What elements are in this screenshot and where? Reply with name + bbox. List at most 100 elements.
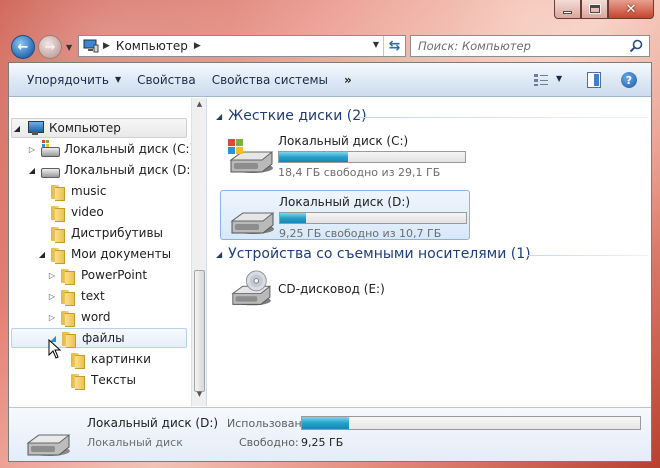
tree-item-powerpoint[interactable]: ▷ PowerPoint xyxy=(47,265,147,285)
chevron-down-icon: ▼ xyxy=(114,75,122,84)
preview-pane-icon[interactable] xyxy=(587,72,601,88)
expand-icon[interactable]: ▷ xyxy=(47,313,57,322)
tree-item-label: text xyxy=(81,289,105,303)
address-bar[interactable]: ▶ Компьютер ▶ ▼ ⇆ xyxy=(78,35,406,57)
usage-bar-fill xyxy=(280,213,307,223)
scroll-up-icon[interactable]: ▲ xyxy=(192,100,207,114)
collapse-icon[interactable]: ◢ xyxy=(216,250,222,259)
folder-icon xyxy=(71,373,85,390)
computer-icon xyxy=(26,120,44,136)
tree-scrollbar[interactable]: ▲ ▼ xyxy=(191,98,206,406)
divider xyxy=(528,255,648,256)
minimize-icon xyxy=(563,10,572,14)
breadcrumb-separator[interactable]: ▶ xyxy=(194,41,201,51)
drive-tile-cd[interactable]: CD-дисковод (E:) xyxy=(220,268,470,318)
properties-button[interactable]: Свойства xyxy=(129,63,204,97)
tree-item-label: Мои документы xyxy=(71,247,172,261)
close-button[interactable]: ✕ xyxy=(608,0,654,19)
computer-icon xyxy=(83,39,99,53)
system-properties-label: Свойства системы xyxy=(211,72,329,87)
collapse-icon[interactable]: ◢ xyxy=(12,124,22,133)
refresh-icon: ⇆ xyxy=(388,38,401,54)
change-view-icon[interactable] xyxy=(533,73,549,87)
expand-icon[interactable]: ▷ xyxy=(27,145,37,154)
tree-item-label: PowerPoint xyxy=(81,268,148,282)
folder-icon xyxy=(51,205,65,222)
maximize-icon xyxy=(589,5,600,13)
drive-tile-c[interactable]: Локальный диск (C:) 18,4 ГБ свободно из … xyxy=(220,130,470,180)
tree-item-drive-d[interactable]: ◢ Локальный диск (D:) xyxy=(27,160,195,180)
folder-icon xyxy=(51,184,65,201)
tree-item-text[interactable]: ▷ text xyxy=(47,286,105,306)
tree-item-drive-c[interactable]: ▷ Локальный диск (C:) xyxy=(27,139,194,159)
tree-item-texts[interactable]: Тексты xyxy=(57,370,136,390)
system-properties-button[interactable]: Свойства системы xyxy=(204,63,336,97)
search-input[interactable]: Поиск: Компьютер xyxy=(410,35,650,57)
free-label: Свободно: xyxy=(239,436,299,449)
window-caption-buttons: ✕ xyxy=(554,0,654,19)
free-space-text: 18,4 ГБ свободно из 29,1 ГБ xyxy=(278,166,441,179)
group-title: Жесткие диски (2) xyxy=(228,108,367,124)
usage-bar-fill xyxy=(279,152,348,162)
breadcrumb-separator[interactable]: ▶ xyxy=(103,41,110,51)
scroll-down-icon[interactable]: ▼ xyxy=(192,390,207,404)
group-title: Устройства со съемными носителями (1) xyxy=(228,246,531,262)
windows-drive-icon xyxy=(228,139,274,173)
drive-icon xyxy=(26,434,71,456)
folder-icon xyxy=(51,226,65,243)
organize-menu[interactable]: Упорядочить ▼ xyxy=(9,63,129,97)
collapse-icon[interactable]: ◢ xyxy=(37,250,47,259)
search-icon[interactable] xyxy=(629,39,643,53)
folder-icon xyxy=(71,352,85,369)
usage-bar xyxy=(279,212,467,224)
tree-item-distributives[interactable]: Дистрибутивы xyxy=(37,223,163,243)
group-header-removable[interactable]: ◢ Устройства со съемными носителями (1) xyxy=(216,244,531,264)
tree-item-video[interactable]: video xyxy=(37,202,104,222)
tree-item-label: Тексты xyxy=(91,373,137,387)
used-label: Использовано: xyxy=(227,417,313,430)
drive-name: Локальный диск (C:) xyxy=(278,134,409,148)
more-commands-button[interactable]: » xyxy=(336,73,360,87)
search-placeholder: Поиск: Компьютер xyxy=(418,39,531,53)
cd-drive-icon xyxy=(231,270,272,306)
tree-item-files[interactable]: ◢ файлы xyxy=(11,328,187,348)
folder-icon xyxy=(61,289,75,306)
help-icon[interactable]: ? xyxy=(621,72,637,88)
properties-label: Свойства xyxy=(137,72,196,87)
folder-icon xyxy=(61,268,75,285)
tree-item-label: Компьютер xyxy=(49,121,121,135)
view-options-dropdown[interactable]: ▼ xyxy=(556,74,562,83)
navigation-pane: ◢ Компьютер ▷ Локальный диск (C:) ◢ Лока… xyxy=(9,98,207,406)
refresh-button[interactable]: ⇆ xyxy=(383,36,405,56)
expand-icon[interactable]: ▷ xyxy=(47,292,57,301)
tree-item-music[interactable]: music xyxy=(37,181,106,201)
address-history-dropdown[interactable]: ▼ xyxy=(373,40,379,49)
expand-icon[interactable]: ▷ xyxy=(47,271,57,280)
tree-item-word[interactable]: ▷ word xyxy=(47,307,111,327)
tree-item-my-documents[interactable]: ◢ Мои документы xyxy=(37,244,171,264)
tree-item-pictures[interactable]: картинки xyxy=(57,349,151,369)
tree-item-label: music xyxy=(71,184,107,198)
collapse-icon[interactable]: ◢ xyxy=(216,112,222,121)
breadcrumb-computer[interactable]: Компьютер xyxy=(116,39,188,53)
collapse-icon[interactable]: ◢ xyxy=(27,166,37,175)
tree-item-label: Локальный диск (C:) xyxy=(64,142,195,156)
group-header-hard-disks[interactable]: ◢ Жесткие диски (2) xyxy=(216,106,367,126)
scrollbar-thumb[interactable] xyxy=(194,270,205,392)
recent-pages-dropdown[interactable]: ▼ xyxy=(66,43,72,52)
drive-name: CD-дисковод (E:) xyxy=(278,282,385,296)
drive-tile-d[interactable]: Локальный диск (D:) 9,25 ГБ свободно из … xyxy=(220,190,470,240)
divider xyxy=(358,117,648,118)
minimize-button[interactable] xyxy=(554,0,581,19)
details-pane: Локальный диск (D:) Локальный диск Испол… xyxy=(9,407,651,461)
folder-icon xyxy=(62,331,76,348)
details-usage-bar xyxy=(301,416,641,430)
free-space-text: 9,25 ГБ свободно из 10,7 ГБ xyxy=(279,227,442,240)
free-value: 9,25 ГБ xyxy=(301,436,344,449)
back-button[interactable]: ← xyxy=(11,35,35,59)
drive-icon xyxy=(230,212,275,234)
tree-item-label: video xyxy=(71,205,104,219)
maximize-button[interactable] xyxy=(581,0,608,19)
forward-button[interactable]: → xyxy=(38,35,62,59)
tree-item-computer[interactable]: ◢ Компьютер xyxy=(11,118,187,138)
